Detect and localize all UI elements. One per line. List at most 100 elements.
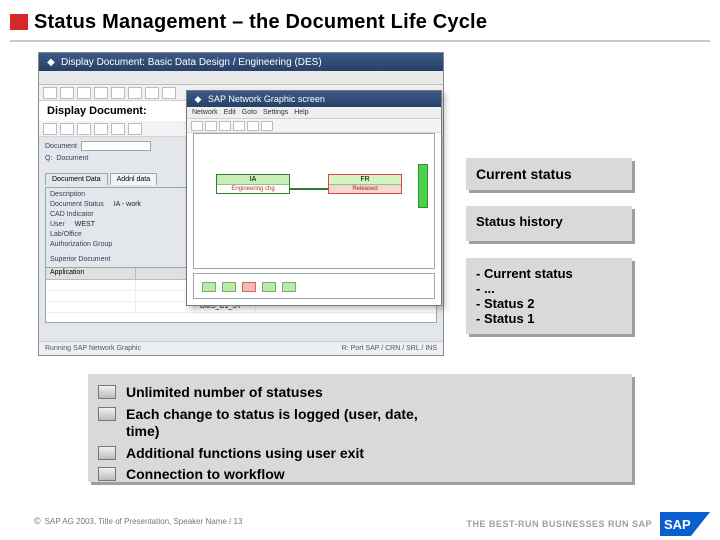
bullet-row: Additional functions using user exit bbox=[98, 445, 620, 463]
form-label-doctype: Document bbox=[56, 155, 88, 162]
form-label-q: Q: bbox=[45, 155, 52, 162]
bullet-box-icon bbox=[98, 446, 116, 460]
panel-label: Authorization Group bbox=[50, 241, 112, 248]
sap-app-icon: ◆ bbox=[192, 93, 204, 105]
overview-node bbox=[242, 282, 256, 292]
bullet-row: Connection to workflow bbox=[98, 466, 620, 484]
footer: © SAP AG 2003, Title of Presentation, Sp… bbox=[0, 510, 720, 540]
history-line: - Status 1 bbox=[476, 311, 622, 326]
bullet-box-icon bbox=[98, 385, 116, 399]
node-text: Released bbox=[329, 185, 401, 193]
slide-title: Status Management – the Document Life Cy… bbox=[34, 11, 487, 34]
edge-icon bbox=[290, 188, 328, 190]
sap-logo-icon: SAP bbox=[660, 512, 710, 536]
toolbar-button[interactable] bbox=[43, 87, 57, 99]
toolbar-button[interactable] bbox=[60, 123, 74, 135]
toolbar-button[interactable] bbox=[111, 87, 125, 99]
network-overview[interactable] bbox=[193, 273, 435, 299]
copyright-text: SAP AG 2003, Title of Presentation, Spea… bbox=[45, 517, 243, 526]
toolbar-button[interactable] bbox=[77, 87, 91, 99]
toolbar-button[interactable] bbox=[43, 123, 57, 135]
screenshot-area: ◆ Display Document: Basic Data Design / … bbox=[38, 52, 444, 356]
history-line: - ... bbox=[476, 281, 622, 296]
overview-node bbox=[202, 282, 216, 292]
statusbar-right: R: Port SAP / CRN / SRL / INS bbox=[342, 345, 437, 352]
bullet-box-icon bbox=[98, 407, 116, 421]
callout-text: Current status bbox=[476, 166, 572, 182]
toolbar-button[interactable] bbox=[162, 87, 176, 99]
bullet-row: Each change to status is logged (user, d… bbox=[98, 406, 620, 441]
toolbar-button[interactable] bbox=[77, 123, 91, 135]
node-code: FR bbox=[329, 175, 401, 185]
menu-item[interactable]: Network bbox=[192, 109, 218, 116]
toolbar-button[interactable] bbox=[247, 121, 259, 131]
title-bullet-icon bbox=[10, 14, 28, 30]
slide-title-row: Status Management – the Document Life Cy… bbox=[10, 8, 710, 36]
toolbar-button[interactable] bbox=[233, 121, 245, 131]
bullet-box-icon bbox=[98, 467, 116, 481]
copyright-icon: © bbox=[34, 516, 41, 526]
tagline: The Best-Run Businesses Run SAP bbox=[466, 519, 652, 529]
bullet-text: Additional functions using user exit bbox=[126, 445, 364, 463]
status-node-ia[interactable]: IA Engineering chg bbox=[216, 174, 290, 194]
tab-document-data[interactable]: Document Data bbox=[45, 173, 108, 185]
menu-item[interactable]: Settings bbox=[263, 109, 288, 116]
panel-value-status: IA - work bbox=[114, 201, 141, 208]
grid-cell bbox=[46, 280, 136, 290]
toolbar-button[interactable] bbox=[94, 123, 108, 135]
copyright-line: © SAP AG 2003, Title of Presentation, Sp… bbox=[34, 516, 242, 526]
history-line: - Status 2 bbox=[476, 296, 622, 311]
grid-cell bbox=[46, 302, 136, 312]
network-graphic-window[interactable]: ◆ SAP Network Graphic screen Network Edi… bbox=[186, 90, 442, 306]
sap-window-titlebar: ◆ Display Document: Basic Data Design / … bbox=[39, 53, 443, 71]
toolbar-button[interactable] bbox=[94, 87, 108, 99]
panel-label: Superior Document bbox=[50, 256, 110, 263]
panel-value-user: WEST bbox=[75, 221, 95, 228]
footer-right: The Best-Run Businesses Run SAP SAP bbox=[466, 512, 710, 536]
sap-app-icon: ◆ bbox=[45, 56, 57, 68]
overview-node bbox=[282, 282, 296, 292]
grid-cell bbox=[46, 291, 136, 301]
tab-addnl-data[interactable]: Addnl data bbox=[110, 173, 157, 185]
bullet-text: Each change to status is logged (user, d… bbox=[126, 406, 426, 441]
sap-logo-text: SAP bbox=[664, 517, 691, 532]
network-window-title: SAP Network Graphic screen bbox=[208, 94, 325, 104]
network-menubar: Network Edit Goto Settings Help bbox=[187, 107, 441, 119]
panel-label: Lab/Office bbox=[50, 231, 82, 238]
sap-window-title: Display Document: Basic Data Design / En… bbox=[61, 57, 322, 68]
toolbar-button[interactable] bbox=[191, 121, 203, 131]
callout-current-status: Current status bbox=[466, 158, 632, 190]
network-toolbar bbox=[187, 119, 441, 133]
document-field[interactable] bbox=[81, 141, 151, 151]
toolbar-button[interactable] bbox=[128, 123, 142, 135]
panel-label: Description bbox=[50, 191, 85, 198]
panel-label: User bbox=[50, 221, 65, 228]
sap-menubar[interactable] bbox=[39, 71, 443, 85]
toolbar-button[interactable] bbox=[128, 87, 142, 99]
menu-item[interactable]: Edit bbox=[224, 109, 236, 116]
sap-statusbar: Running SAP Network Graphic R: Port SAP … bbox=[39, 341, 443, 355]
status-node-fr[interactable]: FR Released bbox=[328, 174, 402, 194]
callout-title: Status history bbox=[476, 214, 622, 229]
toolbar-button[interactable] bbox=[261, 121, 273, 131]
toolbar-button[interactable] bbox=[60, 87, 74, 99]
tab-strip: Document Data Addnl data bbox=[45, 173, 157, 185]
network-titlebar[interactable]: ◆ SAP Network Graphic screen bbox=[187, 91, 441, 107]
toolbar-button[interactable] bbox=[145, 87, 159, 99]
network-canvas[interactable]: IA Engineering chg FR Released bbox=[193, 133, 435, 269]
menu-item[interactable]: Help bbox=[294, 109, 308, 116]
overview-node bbox=[262, 282, 276, 292]
grid-header-cell: Application bbox=[46, 268, 136, 279]
node-code: IA bbox=[217, 175, 289, 185]
history-line: - Current status bbox=[476, 266, 622, 281]
toolbar-button[interactable] bbox=[111, 123, 125, 135]
bullets-panel: Unlimited number of statuses Each change… bbox=[88, 374, 632, 482]
panel-label: CAD Indicator bbox=[50, 211, 94, 218]
statusbar-left: Running SAP Network Graphic bbox=[45, 345, 141, 352]
form-label-document: Document bbox=[45, 143, 77, 150]
toolbar-button[interactable] bbox=[205, 121, 217, 131]
slide: Status Management – the Document Life Cy… bbox=[0, 0, 720, 540]
menu-item[interactable]: Goto bbox=[242, 109, 257, 116]
overview-node bbox=[222, 282, 236, 292]
toolbar-button[interactable] bbox=[219, 121, 231, 131]
